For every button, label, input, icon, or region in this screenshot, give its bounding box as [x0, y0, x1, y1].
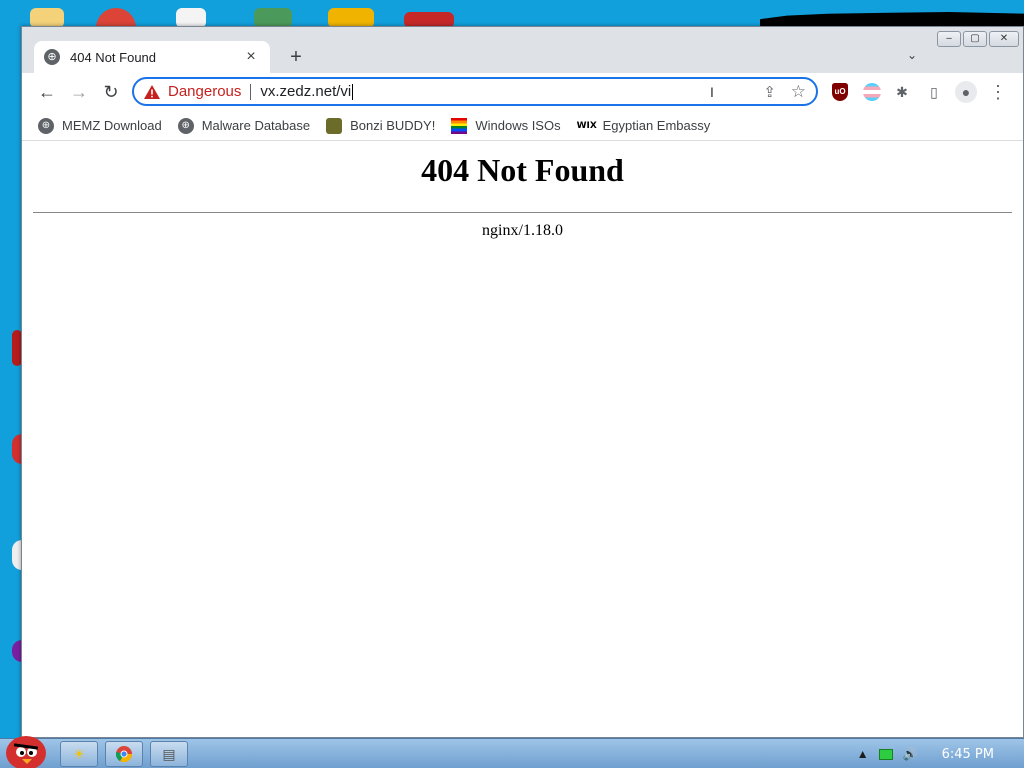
tab-active[interactable]: ⊕ 404 Not Found × — [34, 41, 270, 73]
ibeam-cursor-icon: I — [710, 84, 714, 100]
share-icon[interactable]: ⇪ — [763, 83, 776, 101]
bookmark-label: Bonzi BUDDY! — [350, 118, 436, 133]
page-heading: 404 Not Found — [421, 152, 624, 188]
profile-avatar-icon[interactable]: ● — [955, 81, 977, 103]
globe-icon: ⊕ — [177, 117, 194, 134]
window-controls: ‒ ▢ ✕ — [937, 31, 1019, 47]
bookmark-label: Egyptian Embassy — [602, 118, 711, 133]
back-button[interactable]: ← — [34, 79, 60, 105]
new-tab-button[interactable]: + — [284, 45, 308, 69]
bookmark-bonzi-buddy[interactable]: Bonzi BUDDY! — [326, 117, 436, 134]
tab-search-chevron-icon[interactable]: ⌄ — [907, 48, 917, 62]
desktop-chrome-icon[interactable] — [96, 8, 136, 28]
bookmark-egyptian-embassy[interactable]: WIX Egyptian Embassy — [577, 118, 711, 134]
page-content: 404 Not Found nginx/1.18.0 — [22, 142, 1023, 737]
warning-triangle-icon[interactable] — [144, 84, 160, 99]
divider — [33, 212, 1012, 213]
bookmark-label: Windows ISOs — [475, 118, 561, 133]
omnibox-divider — [250, 83, 252, 100]
minimize-button[interactable]: ‒ — [937, 31, 961, 47]
address-bar[interactable]: Dangerous vx.zedz.net/vi I ⇪ ☆ — [132, 77, 818, 106]
desktop-cards-icon[interactable] — [176, 8, 206, 28]
taskbar-chrome-button[interactable] — [105, 741, 143, 767]
bookmark-label: MEMZ Download — [62, 118, 162, 133]
side-panel-icon[interactable]: ▯ — [923, 81, 945, 103]
title-bar: ⊕ 404 Not Found × + ⌄ ‒ ▢ ✕ — [22, 27, 1023, 73]
sun-icon: ☀ — [72, 746, 86, 762]
extensions-puzzle-icon[interactable]: ✱ — [891, 81, 913, 103]
server-signature: nginx/1.18.0 — [482, 222, 563, 239]
menu-kebab-icon[interactable]: ⋮ — [987, 81, 1009, 103]
wix-icon: WIX — [576, 120, 597, 131]
toolbar: ← → ↻ Dangerous vx.zedz.net/vi I ⇪ ☆ uO … — [22, 73, 1023, 111]
taskbar-explorer-button[interactable]: ☀ — [60, 741, 98, 767]
reload-button[interactable]: ↻ — [98, 79, 124, 105]
tab-title: 404 Not Found — [70, 49, 157, 65]
close-window-button[interactable]: ✕ — [989, 31, 1019, 47]
system-tray: ▲ 🔊 6:45 PM — [857, 739, 1024, 768]
bookmark-star-icon[interactable]: ☆ — [791, 82, 806, 102]
tab-close-icon[interactable]: × — [242, 48, 260, 66]
trans-flag-extension-icon[interactable] — [863, 83, 881, 101]
notepad-icon: ▤ — [162, 746, 176, 762]
ublock-origin-icon[interactable]: uO — [832, 83, 848, 101]
network-icon[interactable] — [878, 748, 893, 760]
chrome-icon — [115, 746, 133, 763]
globe-icon: ⊕ — [44, 49, 60, 65]
desktop-game-icon[interactable] — [328, 8, 374, 28]
desktop-shield-icon[interactable] — [254, 8, 292, 28]
bookmark-malware-database[interactable]: ⊕ Malware Database — [177, 117, 311, 134]
bookmark-windows-isos[interactable]: Windows ISOs — [451, 117, 561, 134]
bookmarks-bar: ⊕ MEMZ Download ⊕ Malware Database Bonzi… — [22, 111, 1023, 141]
taskbar: ☀ ▤ ▲ 🔊 6:45 PM — [0, 736, 1024, 768]
bookmark-memz[interactable]: ⊕ MEMZ Download — [38, 117, 162, 134]
bookmark-label: Malware Database — [201, 118, 311, 133]
start-button[interactable] — [0, 731, 48, 768]
clock[interactable]: 6:45 PM — [942, 747, 994, 762]
rainbow-flag-icon — [451, 117, 468, 134]
desktop-folder-icon[interactable] — [30, 8, 64, 28]
show-hidden-icons-button[interactable]: ▲ — [857, 747, 869, 761]
maximize-button[interactable]: ▢ — [963, 31, 987, 47]
globe-icon: ⊕ — [38, 117, 54, 134]
taskbar-notepad-button[interactable]: ▤ — [150, 741, 188, 767]
browser-window: ⊕ 404 Not Found × + ⌄ ‒ ▢ ✕ ← → ↻ Danger… — [21, 26, 1024, 738]
volume-icon[interactable]: 🔊 — [903, 747, 918, 761]
security-status-label[interactable]: Dangerous — [168, 83, 241, 100]
text-caret — [352, 83, 354, 100]
url-text[interactable]: vx.zedz.net/vi — [260, 83, 351, 100]
bonzi-icon — [326, 117, 343, 134]
forward-button[interactable]: → — [66, 79, 92, 105]
